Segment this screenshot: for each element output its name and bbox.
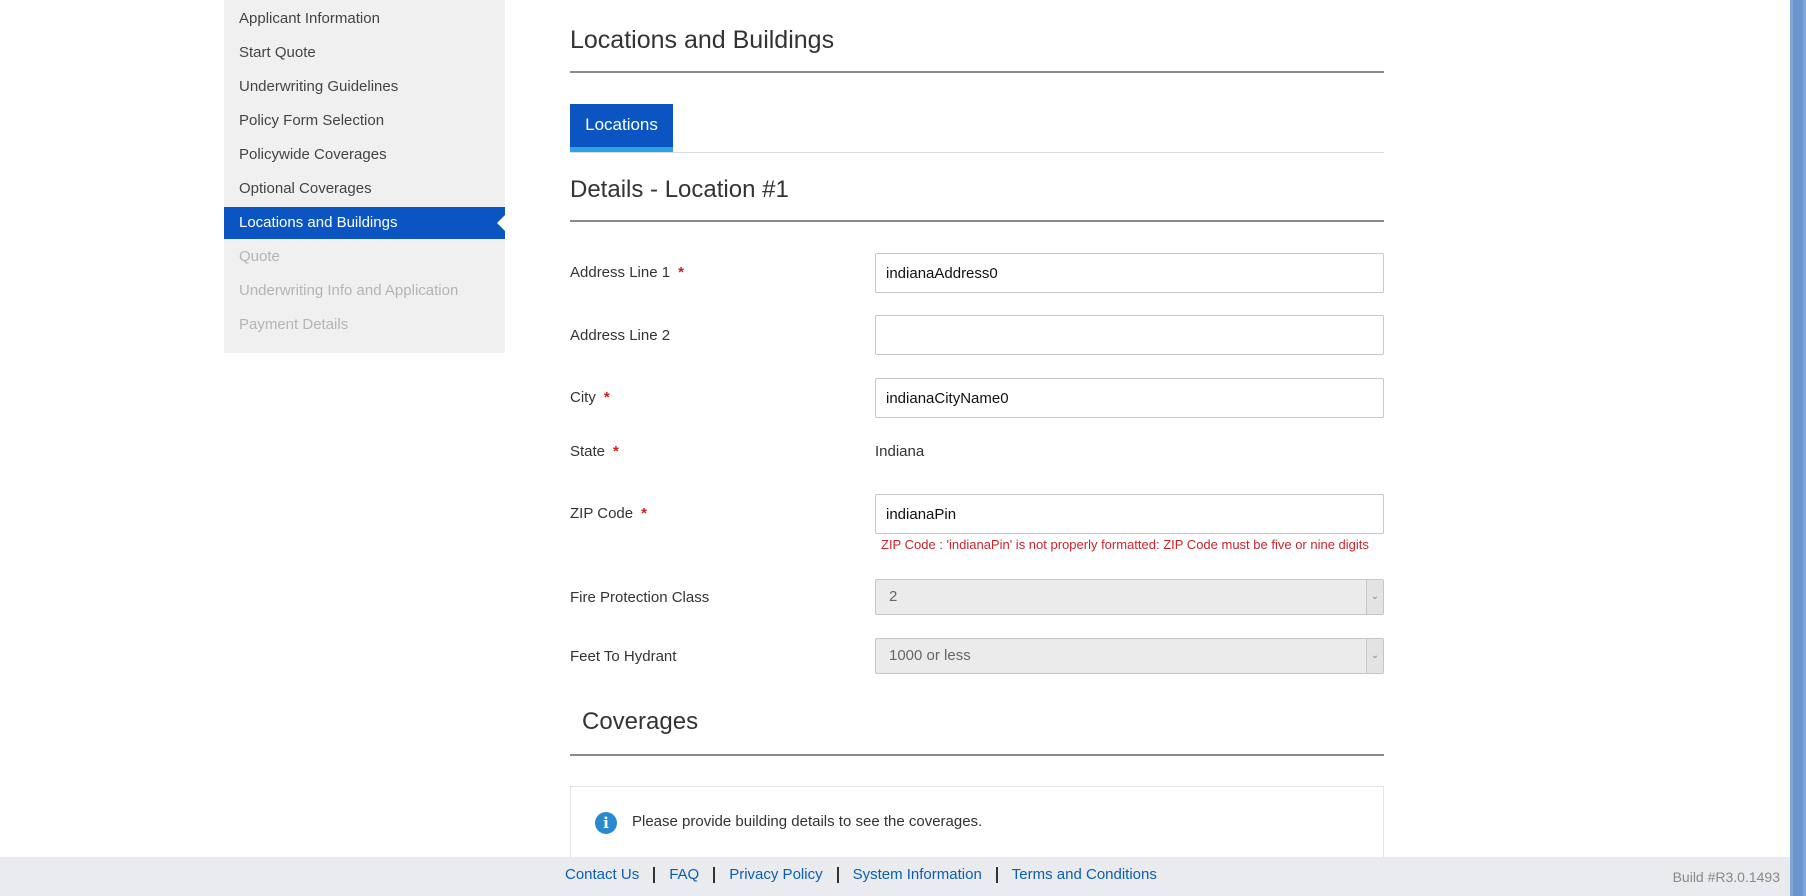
sidebar-item-underwriting-guidelines[interactable]: Underwriting Guidelines xyxy=(224,70,505,104)
address-line-1-input[interactable] xyxy=(875,253,1384,293)
page: Applicant Information Start Quote Underw… xyxy=(0,0,1806,896)
coverages-info-text: Please provide building details to see t… xyxy=(632,813,983,830)
address-line-2-label-text: Address Line 2 xyxy=(570,327,671,344)
sidebar-item-underwriting-info: Underwriting Info and Application xyxy=(239,282,459,299)
chevron-down-icon: ⌄ xyxy=(1366,639,1383,673)
feet-to-hydrant-label: Feet To Hydrant xyxy=(570,648,676,665)
sidebar-item-optional-coverages[interactable]: Optional Coverages xyxy=(224,172,505,206)
sidebar-nav: Applicant Information Start Quote Underw… xyxy=(224,0,505,353)
feet-to-hydrant-select[interactable]: 1000 or less ⌄ xyxy=(875,638,1384,674)
required-indicator: * xyxy=(603,389,610,406)
fire-protection-class-label-text: Fire Protection Class xyxy=(570,589,710,606)
sidebar-item-policywide-coverages[interactable]: Policywide Coverages xyxy=(224,138,505,172)
zip-code-error-message: ZIP Code : 'indianaPin' is not properly … xyxy=(881,537,1369,552)
footer-link-system-information[interactable]: System Information xyxy=(836,867,996,883)
zip-code-label: ZIP Code * xyxy=(570,505,647,522)
state-label-text: State xyxy=(570,443,606,460)
required-indicator: * xyxy=(641,505,647,522)
sidebar-item-applicant-information[interactable]: Applicant Information xyxy=(224,2,505,36)
state-label: State * xyxy=(570,443,619,460)
zip-code-input[interactable] xyxy=(875,494,1384,534)
city-input[interactable] xyxy=(875,378,1384,418)
coverages-section-title: Coverages xyxy=(582,708,699,735)
fire-protection-class-select[interactable]: 2 ⌄ xyxy=(875,579,1384,615)
address-line-2-input[interactable] xyxy=(875,315,1384,355)
required-indicator: * xyxy=(613,443,619,460)
build-number: Build #R3.0.1493 xyxy=(1672,869,1780,885)
footer-link-contact-us[interactable]: Contact Us xyxy=(565,867,653,883)
city-label-text: City xyxy=(570,389,596,406)
footer: Contact Us FAQ Privacy Policy System Inf… xyxy=(0,857,1790,896)
feet-to-hydrant-value: 1000 or less xyxy=(889,647,971,664)
tab-bar-divider xyxy=(570,152,1384,153)
address-line-2-label: Address Line 2 xyxy=(570,327,670,344)
fire-protection-class-value: 2 xyxy=(889,588,898,605)
address-line-1-label: Address Line 1 * xyxy=(570,264,684,281)
required-indicator: * xyxy=(678,264,684,281)
feet-to-hydrant-label-text: Feet To Hydrant xyxy=(570,648,677,665)
footer-link-faq[interactable]: FAQ xyxy=(653,867,713,883)
sidebar-item-start-quote[interactable]: Start Quote xyxy=(224,36,505,70)
vertical-scrollbar[interactable] xyxy=(1790,0,1806,896)
footer-link-privacy-policy[interactable]: Privacy Policy xyxy=(713,867,836,883)
info-circle-icon: i xyxy=(595,812,617,834)
coverages-info-box: i Please provide building details to see… xyxy=(570,786,1384,866)
footer-links: Contact Us FAQ Privacy Policy System Inf… xyxy=(565,867,1171,883)
sidebar-item-payment-details: Payment Details xyxy=(239,316,349,333)
sidebar-item-policy-form-selection[interactable]: Policy Form Selection xyxy=(224,104,505,138)
city-label: City * xyxy=(570,389,610,406)
zip-code-label-text: ZIP Code xyxy=(570,505,634,522)
details-section-title: Details - Location #1 xyxy=(570,176,789,203)
tab-locations[interactable]: Locations xyxy=(570,104,673,152)
sidebar-item-quote: Quote xyxy=(239,248,280,265)
fire-protection-class-label: Fire Protection Class xyxy=(570,589,709,606)
details-divider xyxy=(570,220,1384,222)
address-line-1-label-text: Address Line 1 xyxy=(570,264,671,281)
coverages-divider xyxy=(570,754,1384,756)
sidebar-item-locations-and-buildings[interactable]: Locations and Buildings xyxy=(224,207,505,239)
scrollbar-thumb[interactable] xyxy=(1793,0,1803,896)
state-value: Indiana xyxy=(875,443,925,460)
page-title: Locations and Buildings xyxy=(570,26,835,54)
chevron-down-icon: ⌄ xyxy=(1366,580,1383,614)
title-divider xyxy=(570,71,1384,73)
footer-link-terms-and-conditions[interactable]: Terms and Conditions xyxy=(995,867,1171,883)
